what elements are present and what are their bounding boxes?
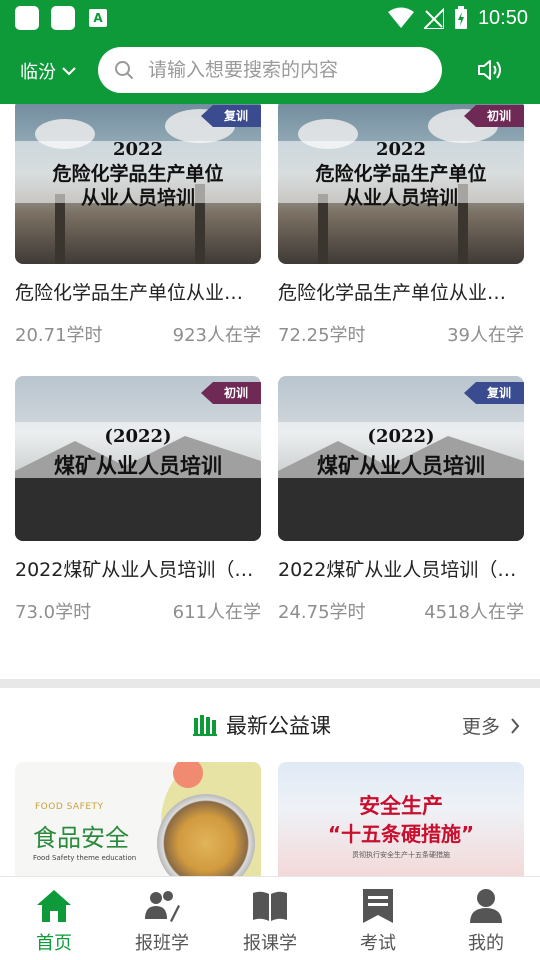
nav-label: 首页 [36,933,72,954]
nav-item-home[interactable]: 首页 [0,877,108,960]
course-learners: 611人在学 [172,602,261,623]
nav-label: 考试 [360,933,396,954]
notification-badge-icon: A [89,9,107,27]
search-icon [115,61,134,80]
app-root: A 10:50 临汾 请输入想要搜索的内容 2022 危险化学品生产单位 从业人… [0,0,540,960]
public-course-header: 最新公益课 更多 [0,704,540,748]
status-bar: A 10:50 [0,0,540,36]
course-learners: 923人在学 [172,325,261,346]
city-label: 临汾 [20,62,56,83]
section-title: 最新公益课 [193,710,331,740]
books-icon [193,715,217,736]
notification-icon [15,6,39,30]
course-meta: 73.0学时 611人在学 [15,598,261,624]
more-link[interactable]: 更多 [462,712,520,739]
chevron-right-icon [511,717,520,734]
public-course-card[interactable]: FOOD SAFETY 食品安全 Food Safety theme educa… [15,762,261,876]
course-title: 2022煤矿从业人员培训（复训） [278,559,524,581]
nav-item-class-study[interactable]: 报班学 [108,877,216,960]
status-indicators: 10:50 [387,4,528,32]
banner-title: 煤矿从业人员培训 [54,453,222,478]
public-course-card[interactable]: 安全生产 “十五条硬措施” 贯彻执行安全生产十五条硬措施 [278,762,524,876]
public-course-title: 食品安全 [33,824,129,852]
banner-year: 2022 [112,139,164,160]
wifi-icon [387,7,414,28]
nav-item-profile[interactable]: 我的 [432,877,540,960]
course-thumbnail: 2022 危险化学品生产单位 从业人员培训 初训 [278,104,524,264]
app-header: 临汾 [0,36,540,104]
course-card[interactable]: (2022) 煤矿从业人员培训 初训 2022煤矿从业人员培训（初训） 73.0… [15,376,261,624]
banner-title: 煤矿从业人员培训 [317,453,485,478]
course-meta: 24.75学时 4518人在学 [278,598,524,624]
course-hours: 72.25学时 [278,325,366,346]
main-content[interactable]: 2022 危险化学品生产单位 从业人员培训 复训 危险化学品生产单位从业人员培训… [0,104,540,876]
course-card[interactable]: 2022 危险化学品生产单位 从业人员培训 复训 危险化学品生产单位从业人员培训… [15,104,261,347]
course-meta: 20.71学时 923人在学 [15,321,261,347]
nav-label: 报班学 [135,933,189,954]
course-learners: 39人在学 [447,325,524,346]
profile-icon [470,889,502,923]
public-course-subtitle: “十五条硬措施” [327,822,475,846]
course-thumbnail: (2022) 煤矿从业人员培训 复训 [278,376,524,541]
more-label: 更多 [461,716,500,738]
home-icon [37,890,71,922]
nav-label: 我的 [468,933,504,954]
course-title: 危险化学品生产单位从业人员培训 [278,282,524,304]
banner-subtitle: 从业人员培训 [343,187,458,209]
course-hours: 24.75学时 [278,602,366,623]
banner-year: (2022) [367,426,435,447]
course-tag: 初训 [464,105,524,127]
course-card[interactable]: (2022) 煤矿从业人员培训 复训 2022煤矿从业人员培训（复训） 24.7… [278,376,524,624]
top-bar: A 10:50 临汾 [0,0,540,104]
course-title: 危险化学品生产单位从业人员培训 [15,282,261,304]
public-course-small-label: FOOD SAFETY [35,802,104,812]
battery-icon [454,6,467,29]
public-course-subtitle: Food Safety theme education [33,854,137,862]
banner-year: 2022 [375,139,427,160]
bottom-nav: 首页 报班学 报课学 考试 我的 [0,876,540,960]
course-tag: 复训 [464,382,524,404]
course-meta: 72.25学时 39人在学 [278,321,524,347]
nav-item-course-study[interactable]: 报课学 [216,877,324,960]
course-thumbnail: 2022 危险化学品生产单位 从业人员培训 复训 [15,104,261,264]
course-hours: 73.0学时 [15,602,92,623]
banner-year: (2022) [104,426,172,447]
banner-title: 危险化学品生产单位 [52,163,224,185]
search-input[interactable] [148,59,418,81]
public-course-title: 安全生产 [359,794,443,818]
course-tag: 初训 [201,382,261,404]
course-title: 2022煤矿从业人员培训（初训） [15,559,261,581]
nav-item-exam[interactable]: 考试 [324,877,432,960]
section-title-text: 最新公益课 [226,714,331,738]
notification-icon [51,6,75,30]
exam-icon [363,889,393,923]
signal-icon [423,7,444,29]
banner-title: 危险化学品生产单位 [315,163,487,185]
status-time: 10:50 [477,6,528,29]
nav-label: 报课学 [243,933,297,954]
course-learners: 4518人在学 [424,602,524,623]
book-icon [253,891,287,921]
section-divider [0,679,540,688]
speaker-icon[interactable] [476,56,504,84]
chevron-down-icon [62,67,76,76]
public-course-caption: 贯彻执行安全生产十五条硬措施 [352,851,450,859]
city-selector[interactable]: 临汾 [20,58,76,84]
class-study-icon [145,891,180,922]
course-thumbnail: (2022) 煤矿从业人员培训 初训 [15,376,261,541]
course-hours: 20.71学时 [15,325,103,346]
search-bar[interactable] [98,47,442,93]
course-card[interactable]: 2022 危险化学品生产单位 从业人员培训 初训 危险化学品生产单位从业人员培训… [278,104,524,347]
course-tag: 复训 [201,105,261,127]
banner-subtitle: 从业人员培训 [80,187,195,209]
